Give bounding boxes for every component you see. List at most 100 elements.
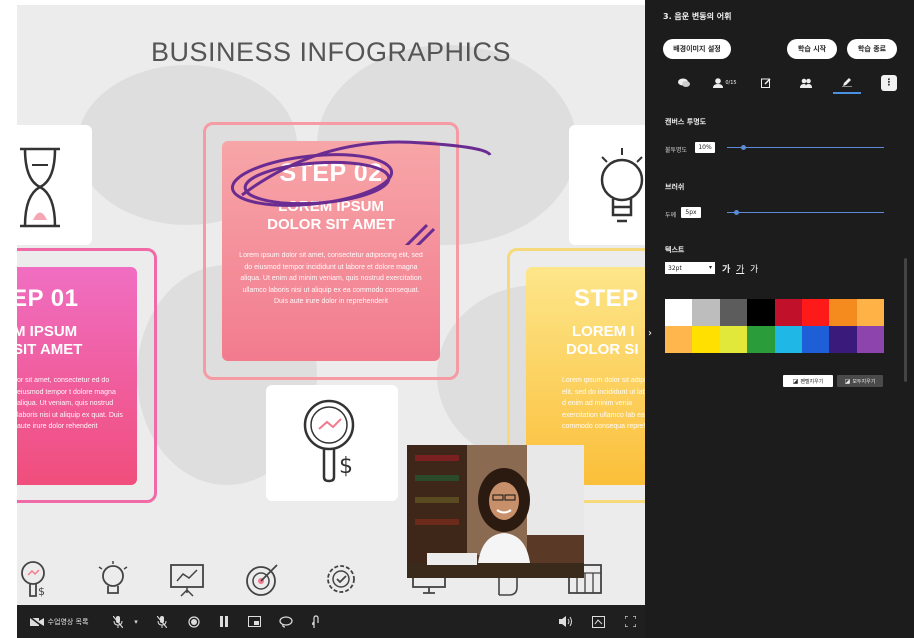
color-swatch[interactable] — [829, 299, 857, 326]
pip-button[interactable] — [243, 605, 265, 638]
color-swatch[interactable] — [801, 299, 830, 326]
svg-text:$: $ — [38, 585, 45, 598]
user-icon — [713, 78, 724, 88]
tab-pen[interactable] — [833, 72, 861, 94]
fullscreen-icon — [624, 616, 636, 627]
card-body-text: or sit amet, consectetur ed do eiusmod t… — [17, 377, 123, 430]
thickness-slider-track[interactable] — [727, 212, 884, 213]
color-swatch[interactable] — [829, 326, 857, 353]
users-icon — [800, 78, 812, 88]
screen-share-button[interactable] — [587, 605, 609, 638]
brush-heading: 브러쉬 — [665, 183, 685, 191]
webcam-video[interactable] — [407, 445, 584, 578]
card-body-text: Lorem ipsum dolor sit adipiscing elit, s… — [562, 377, 645, 430]
normal-style-button[interactable]: 가 — [750, 262, 758, 275]
participants-count: 0/15 — [725, 80, 737, 86]
color-palette — [665, 299, 884, 353]
card-step-title: STEP — [574, 285, 639, 312]
chat-icon — [678, 78, 690, 87]
opacity-slider-track[interactable] — [727, 147, 884, 148]
caret-down-icon: ▾ — [708, 264, 712, 271]
color-swatch[interactable] — [774, 326, 802, 353]
hand-raise-button[interactable] — [305, 605, 327, 638]
opacity-slider-thumb[interactable] — [740, 145, 746, 150]
bold-style-button[interactable]: 가 — [722, 262, 730, 275]
color-swatch[interactable] — [801, 326, 830, 353]
color-swatch[interactable] — [665, 299, 693, 326]
slide-title: BUSINESS INFOGRAPHICS — [150, 37, 512, 67]
eraser-icon: ◪ — [792, 377, 799, 385]
pen-scribble-annotation[interactable] — [222, 125, 512, 245]
more-vertical-icon: ⋮ — [884, 78, 894, 88]
color-swatch[interactable] — [856, 326, 884, 353]
mic-slash-icon — [157, 615, 167, 628]
mic-dropdown-button[interactable]: ▾ — [129, 605, 143, 638]
card-step-title: EP 01 — [17, 285, 79, 312]
color-swatch[interactable] — [747, 299, 775, 326]
font-size-value: 32pt — [668, 264, 682, 272]
edit-icon — [761, 78, 771, 88]
end-lesson-button[interactable]: 학습 종료 — [847, 39, 897, 59]
clear-all-label: 모두지우기 — [852, 378, 876, 385]
lightbulb-icon — [98, 561, 128, 594]
search-dollar-icon: $ — [21, 561, 45, 598]
clear-all-button[interactable]: ◪ 모두지우기 — [837, 375, 883, 387]
tab-edit[interactable] — [757, 72, 775, 94]
start-lesson-button[interactable]: 학습 시작 — [787, 39, 837, 59]
lightbulb-icon — [600, 148, 644, 223]
gear-check-icon — [327, 565, 355, 593]
control-panel: 3. 음운 변동의 어휘 배경이미지 설정 학습 시작 학습 종료 0/15 ⋮ — [645, 0, 914, 638]
pause-icon — [220, 616, 228, 627]
more-options-button[interactable]: ⋮ — [881, 75, 897, 91]
tab-groups[interactable] — [797, 72, 815, 94]
underline-style-button[interactable]: 가 — [736, 262, 744, 275]
text-heading: 텍스트 — [665, 246, 685, 254]
mute-all-button[interactable] — [151, 605, 173, 638]
hand-pointer-icon — [312, 615, 319, 628]
fullscreen-button[interactable] — [619, 605, 641, 638]
lasso-icon — [279, 615, 293, 628]
lesson-title: 3. 음운 변동의 어휘 — [663, 12, 732, 21]
mic-off-icon — [113, 615, 123, 628]
volume-button[interactable] — [555, 605, 577, 638]
card-lorem-line2: DOLOR SI — [566, 341, 639, 358]
tab-chat[interactable] — [675, 72, 693, 94]
color-swatch[interactable] — [692, 326, 720, 353]
set-background-button[interactable]: 배경이미지 설정 — [663, 39, 731, 59]
pen-eraser-button[interactable]: ◪ 펜텔지우기 — [783, 375, 833, 387]
color-swatch[interactable] — [692, 299, 720, 326]
card-lorem-line2: SIT AMET — [17, 341, 83, 358]
video-list-label: 수업영상 목록 — [47, 617, 89, 626]
card-lorem-line1: LOREM I — [572, 323, 635, 340]
teacher-video-frame — [407, 445, 584, 578]
step-card-1: EP 01 M IPSUM SIT AMET or sit amet, cons… — [17, 267, 137, 485]
thickness-slider-thumb[interactable] — [734, 210, 740, 215]
color-swatch[interactable] — [747, 326, 775, 353]
canvas-opacity-heading: 캔버스 투명도 — [665, 118, 707, 126]
opacity-value: 10% — [695, 142, 715, 153]
color-swatch[interactable] — [856, 299, 884, 326]
color-swatch[interactable] — [719, 326, 748, 353]
video-list-button[interactable]: 수업영상 목록 — [25, 605, 93, 638]
color-swatch[interactable] — [774, 299, 802, 326]
svg-text:$: $ — [339, 454, 353, 479]
hourglass-icon — [20, 147, 60, 228]
panel-collapse-chevron-icon[interactable]: › — [648, 328, 652, 339]
thickness-label: 두께 — [665, 212, 677, 219]
picture-in-picture-icon — [247, 616, 261, 627]
color-swatch[interactable] — [719, 299, 748, 326]
caret-down-icon: ▾ — [134, 617, 138, 626]
pause-button[interactable] — [213, 605, 235, 638]
tab-participants[interactable]: 0/15 — [707, 72, 743, 94]
search-dollar-icon: $ — [303, 399, 355, 483]
pen-eraser-label: 펜텔지우기 — [800, 378, 824, 385]
mic-toggle-button[interactable] — [107, 605, 129, 638]
pen-icon — [842, 78, 852, 87]
lasso-button[interactable] — [275, 605, 297, 638]
record-button[interactable] — [183, 605, 205, 638]
font-size-select[interactable]: 32pt ▾ — [665, 262, 715, 274]
panel-scrollbar[interactable] — [904, 258, 907, 382]
opacity-label: 불투명도 — [665, 147, 688, 154]
color-swatch[interactable] — [665, 326, 693, 353]
app-root: BUSINESS INFOGRAPHICS EP 01 M IPSUM SIT … — [0, 0, 914, 638]
